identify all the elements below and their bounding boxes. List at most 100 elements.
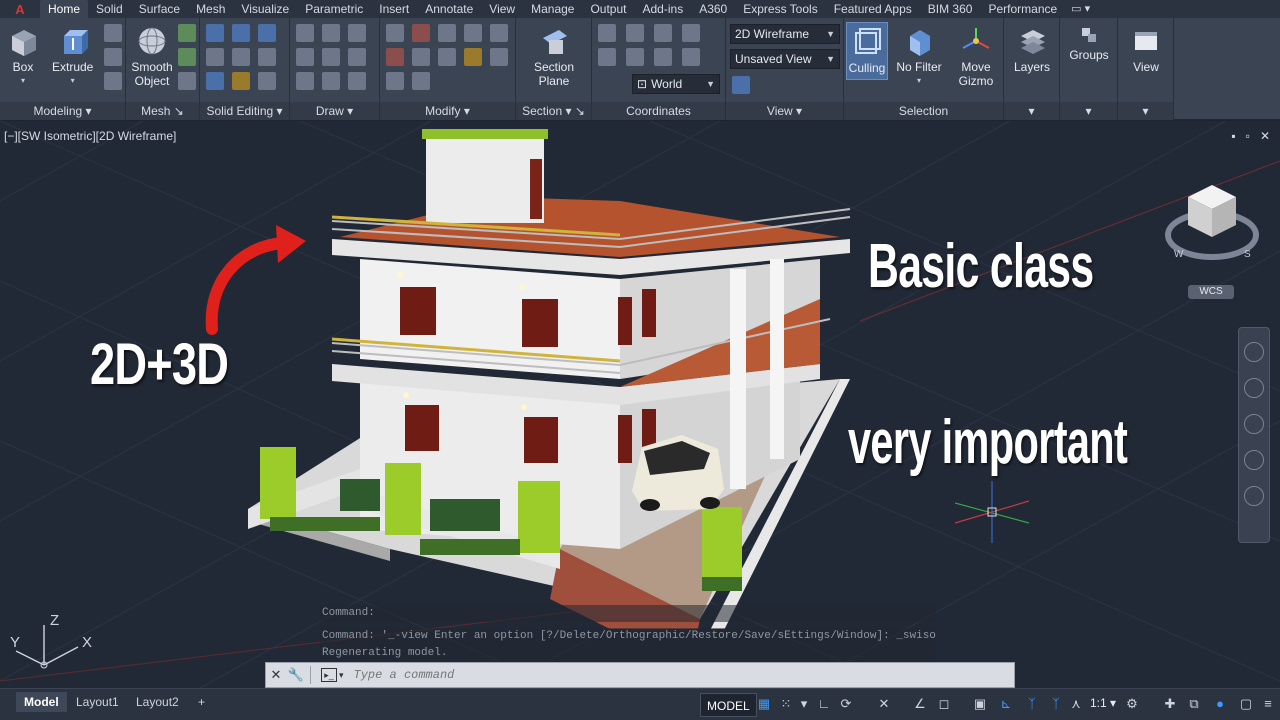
tab-layout2[interactable]: Layout2 (128, 692, 187, 712)
chevron-down-icon[interactable]: ▾ (917, 74, 921, 88)
tab-bim-360[interactable]: BIM 360 (920, 0, 981, 18)
spline-icon[interactable] (296, 48, 314, 66)
rotate-icon[interactable] (490, 24, 508, 42)
union-icon[interactable] (206, 24, 224, 42)
panel-footer-groups[interactable]: ▾ (1060, 102, 1117, 120)
tab-performance[interactable]: Performance (980, 0, 1065, 18)
panel-footer-mesh[interactable]: Mesh ↘ (126, 102, 199, 120)
ribbon-minimize-icon[interactable]: ▭ ▾ (1071, 0, 1090, 18)
autoscale-icon[interactable]: ᛉ (1048, 696, 1064, 712)
chevron-down-icon[interactable]: ▾ (71, 74, 75, 88)
clean-screen-icon[interactable]: ▢ (1238, 696, 1254, 712)
panel-footer-selection[interactable]: Selection (844, 102, 1003, 120)
panel-footer-modify[interactable]: Modify ▾ (380, 102, 515, 120)
extract-edges-icon[interactable] (206, 72, 224, 90)
smooth-less-icon[interactable] (178, 48, 196, 66)
viewcube[interactable]: W S (1160, 181, 1264, 281)
tab-solid[interactable]: Solid (88, 0, 131, 18)
tab-mesh[interactable]: Mesh (188, 0, 233, 18)
panel-footer-draw[interactable]: Draw ▾ (290, 102, 379, 120)
orbit-icon[interactable] (1244, 450, 1264, 470)
osnap-tracking-icon[interactable]: ∠ (912, 696, 928, 712)
tab-home[interactable]: Home (40, 0, 89, 18)
transparency-icon[interactable]: ▣ (972, 696, 988, 712)
arc-icon[interactable] (348, 24, 366, 42)
slice-icon[interactable] (232, 48, 250, 66)
rectangle-icon[interactable] (322, 72, 340, 90)
intersect-icon[interactable] (258, 24, 276, 42)
panel-footer-coordinates[interactable]: Coordinates (592, 102, 725, 120)
command-input[interactable] (353, 668, 1014, 682)
loft-icon[interactable] (104, 72, 122, 90)
chevron-down-icon[interactable]: ▾ (21, 74, 25, 88)
ucs-object-icon[interactable] (654, 48, 672, 66)
tab-layout1[interactable]: Layout1 (68, 692, 127, 712)
move-icon[interactable] (412, 24, 430, 42)
move-gizmo-button[interactable]: Move Gizmo (952, 24, 1000, 88)
ucs-z-icon[interactable] (682, 24, 700, 42)
tab-featured-apps[interactable]: Featured Apps (826, 0, 920, 18)
viewport-config-icon[interactable] (732, 76, 750, 94)
gear-icon[interactable]: ⚙ (1124, 696, 1140, 712)
application-menu-button[interactable]: A (0, 0, 40, 18)
extrude-button[interactable]: Extrude ▾ (52, 24, 93, 88)
ucs-icon[interactable] (598, 24, 616, 42)
customization-icon[interactable]: ≡ (1260, 696, 1276, 712)
isolate-objects-icon[interactable]: ⧉ (1186, 696, 1202, 712)
chevron-down-icon[interactable]: ▾ (796, 696, 812, 712)
steering-wheel-icon[interactable] (1244, 342, 1264, 362)
hardware-acceleration-icon[interactable]: ● (1212, 696, 1228, 712)
named-view-dropdown[interactable]: Unsaved View ▼ (730, 49, 840, 69)
model-space-button[interactable]: MODEL (700, 693, 757, 717)
box-button[interactable]: Box ▾ (6, 24, 40, 88)
ucs-x-icon[interactable] (626, 24, 644, 42)
polysolid-icon[interactable] (104, 24, 122, 42)
subtract-icon[interactable] (232, 24, 250, 42)
imprint-icon[interactable] (232, 72, 250, 90)
dynamic-ucs-icon[interactable]: ⊾ (998, 696, 1014, 712)
circle-icon[interactable] (348, 48, 366, 66)
tab-manage[interactable]: Manage (523, 0, 582, 18)
erase-icon[interactable] (464, 48, 482, 66)
wrench-icon[interactable]: 🔧 (286, 664, 306, 686)
ucs-y-icon[interactable] (654, 24, 672, 42)
ortho-icon[interactable]: ∟ (816, 696, 832, 712)
polygon-icon[interactable] (296, 72, 314, 90)
chevron-down-icon[interactable]: ▾ (339, 670, 344, 681)
culling-button[interactable]: Culling (846, 22, 888, 80)
viewport-controls-label[interactable]: [−][SW Isometric][2D Wireframe] (4, 129, 176, 143)
isodraft-icon[interactable]: ✕ (876, 696, 892, 712)
panel-footer-section[interactable]: Section ▾ ↘ (516, 102, 591, 120)
ucs-3point-icon[interactable] (682, 48, 700, 66)
interfere-icon[interactable] (206, 48, 224, 66)
visual-style-dropdown[interactable]: 2D Wireframe ▼ (730, 24, 840, 44)
house-3d-model[interactable] (240, 129, 860, 629)
layers-button[interactable]: Layers (1012, 24, 1052, 74)
zoom-icon[interactable] (1244, 414, 1264, 434)
wcs-menu[interactable]: WCS (1188, 285, 1234, 299)
thicken-icon[interactable] (258, 48, 276, 66)
annotation-scale-value[interactable]: 1:1 ▾ (1090, 696, 1116, 710)
command-prompt-icon[interactable]: ▸_ (321, 668, 337, 682)
snap-icon[interactable]: ⁙ (778, 696, 794, 712)
scale-icon[interactable] (412, 48, 430, 66)
ucs-view-icon[interactable] (626, 48, 644, 66)
copy-icon[interactable] (438, 24, 456, 42)
showmotion-icon[interactable] (1244, 486, 1264, 506)
grid-icon[interactable]: ▦ (756, 696, 772, 712)
add-layout-button[interactable]: + (190, 692, 213, 712)
annotation-visibility-icon[interactable]: ᛉ (1024, 696, 1040, 712)
tab-parametric[interactable]: Parametric (297, 0, 371, 18)
fillet-icon[interactable] (386, 48, 404, 66)
separate-icon[interactable] (258, 72, 276, 90)
osnap-icon[interactable]: ◻ (936, 696, 952, 712)
annotation-scale-icon[interactable]: ⋏ (1068, 696, 1084, 712)
pan-icon[interactable] (1244, 378, 1264, 398)
presspull-icon[interactable] (104, 48, 122, 66)
smooth-more-icon[interactable] (178, 24, 196, 42)
trim-icon[interactable] (386, 24, 404, 42)
ellipse-icon[interactable] (348, 72, 366, 90)
section-plane-button[interactable]: Section Plane (526, 24, 582, 88)
tab-express-tools[interactable]: Express Tools (735, 0, 825, 18)
tab-output[interactable]: Output (582, 0, 634, 18)
